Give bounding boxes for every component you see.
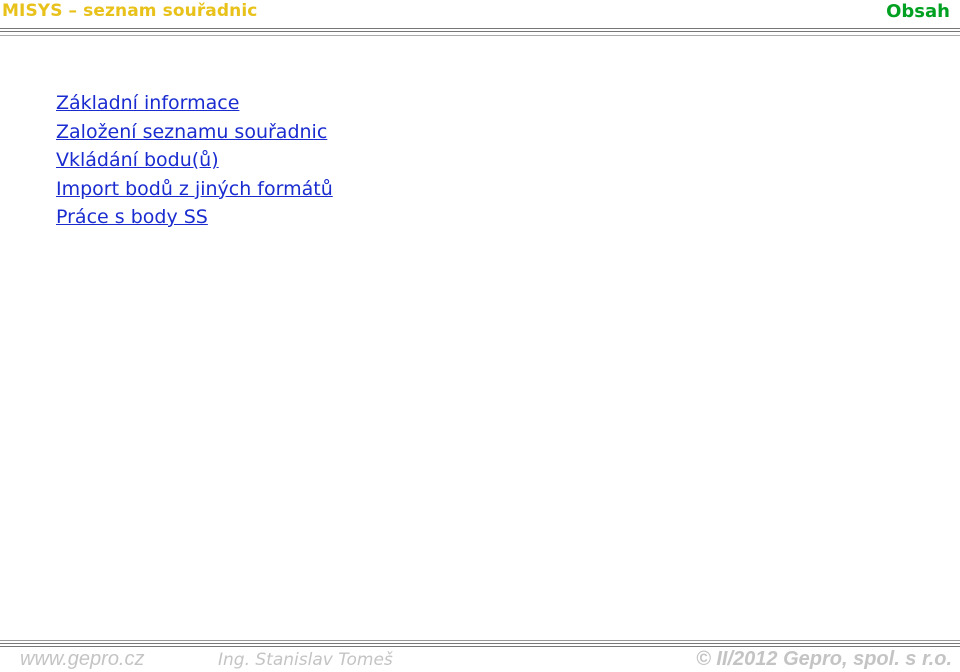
footer-divider <box>0 646 960 647</box>
footer-author: Ing. Stanislav Tomeš <box>218 650 393 670</box>
slide-page: MISYS – seznam souřadnic Obsah Základní … <box>0 0 960 672</box>
header-divider <box>0 35 960 36</box>
document-title: MISYS – seznam souřadnic <box>2 1 258 21</box>
section-title: Obsah <box>886 1 950 22</box>
header-divider <box>0 31 960 32</box>
toc-link-insert-points[interactable]: Vkládání bodu(ů) <box>56 146 333 175</box>
toc-link-import-points[interactable]: Import bodů z jiných formátů <box>56 175 333 204</box>
footer-website: www.gepro.cz <box>20 648 145 670</box>
footer-divider <box>0 640 960 641</box>
footer-copyright: © II/2012 Gepro, spol. s r.o. <box>696 648 952 670</box>
toc-link-work-with-points[interactable]: Práce s body SS <box>56 203 333 232</box>
header-divider <box>0 28 960 29</box>
toc-link-basic-info[interactable]: Základní informace <box>56 89 333 118</box>
table-of-contents: Základní informace Založení seznamu souř… <box>56 89 333 232</box>
toc-link-create-list[interactable]: Založení seznamu souřadnic <box>56 118 333 147</box>
header: MISYS – seznam souřadnic Obsah <box>0 0 960 30</box>
footer-divider <box>0 643 960 644</box>
